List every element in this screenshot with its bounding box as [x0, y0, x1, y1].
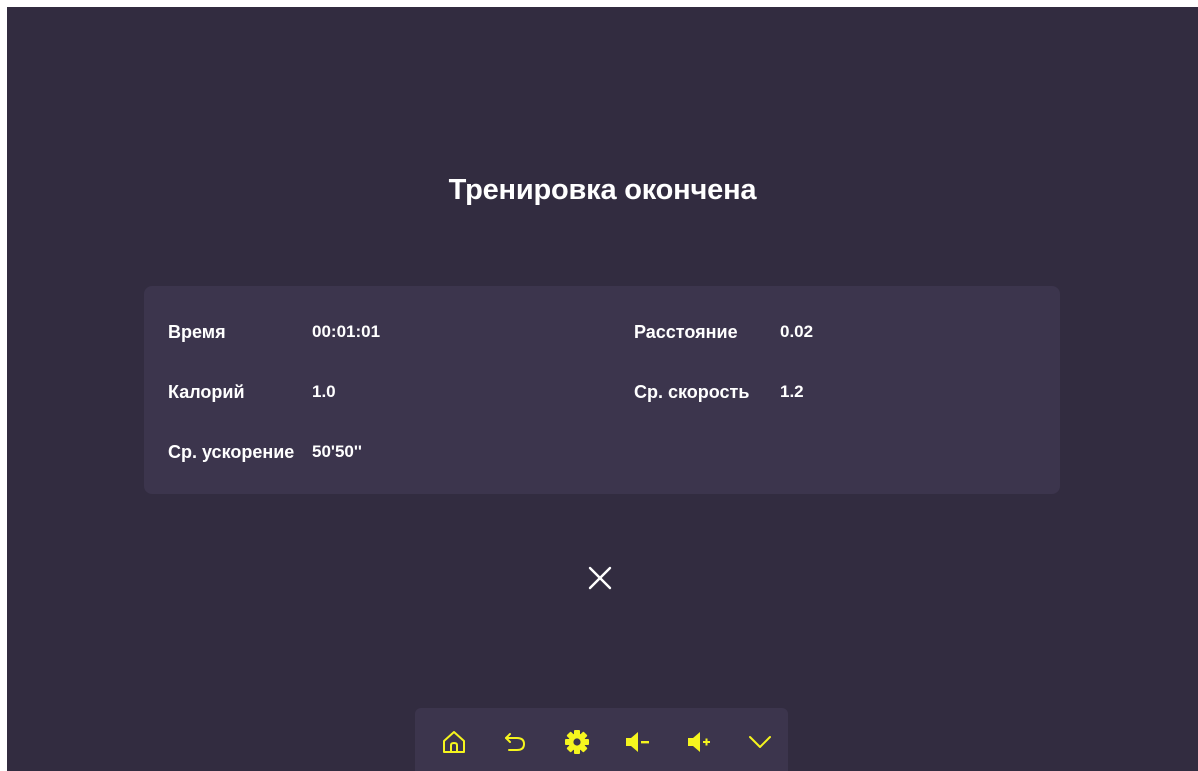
stat-avg-acceleration: Ср. ускорение 50'50'' [168, 442, 362, 463]
stat-avg-speed-value: 1.2 [780, 382, 804, 401]
stat-distance-value: 0.02 [780, 322, 814, 341]
close-icon [588, 566, 612, 590]
back-button[interactable] [497, 724, 533, 760]
chevron-down-icon [749, 736, 771, 748]
stat-time-label: Время [168, 322, 226, 342]
volume-down-icon [626, 732, 649, 752]
volume-up-button[interactable] [681, 724, 717, 760]
back-icon [505, 733, 526, 751]
settings-icon [565, 730, 589, 754]
stat-time-value: 00:01:01 [312, 322, 381, 341]
stat-avg-speed-label: Ср. скорость [634, 382, 750, 402]
collapse-button[interactable] [742, 724, 778, 760]
stat-calories: Калорий 1.0 [168, 382, 336, 403]
workout-summary-card: Время 00:01:01 Расстояние 0.02 Калорий 1… [144, 286, 1060, 494]
stat-calories-label: Калорий [168, 382, 245, 402]
stat-time: Время 00:01:01 [168, 322, 380, 343]
stat-avg-acceleration-label: Ср. ускорение [168, 442, 295, 462]
bottom-toolbar [415, 708, 788, 771]
stat-distance: Расстояние 0.02 [634, 322, 813, 343]
stat-avg-acceleration-value: 50'50'' [312, 442, 362, 461]
close-button[interactable] [585, 563, 615, 593]
volume-down-button[interactable] [619, 724, 655, 760]
home-button[interactable] [436, 724, 472, 760]
page-title: Тренировка окончена [448, 174, 757, 206]
home-icon [443, 731, 465, 753]
stat-avg-speed: Ср. скорость 1.2 [634, 382, 804, 403]
volume-up-icon [688, 732, 710, 752]
workout-finished-screen: Тренировка окончена Время 00:01:01 Расст… [7, 7, 1198, 771]
stat-calories-value: 1.0 [312, 382, 336, 401]
stat-distance-label: Расстояние [634, 322, 738, 342]
settings-button[interactable] [559, 724, 595, 760]
